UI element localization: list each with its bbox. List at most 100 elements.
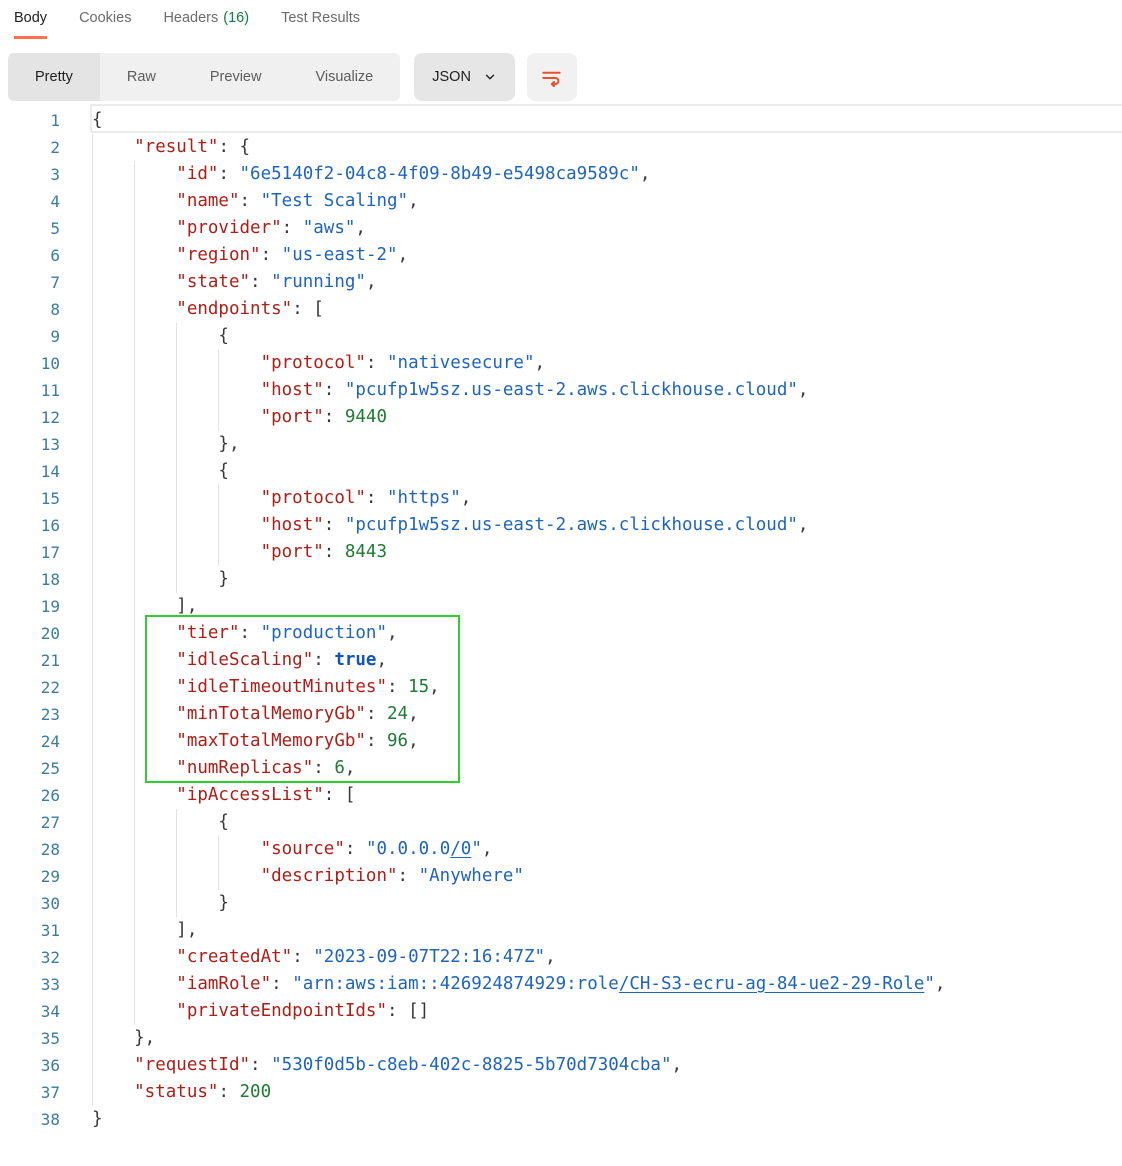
indent-guide (134, 377, 176, 404)
code-line[interactable]: "endpoints": [ (92, 296, 1122, 323)
code-line[interactable]: } (92, 1106, 1122, 1133)
token-s: " (924, 974, 935, 994)
code-line[interactable]: "host": "pcufp1w5sz.us-east-2.aws.clickh… (92, 512, 1122, 539)
code-line[interactable]: "tier": "production", (92, 620, 1122, 647)
code-line[interactable]: ], (92, 917, 1122, 944)
code-line[interactable]: "description": "Anywhere" (92, 863, 1122, 890)
indent-guide (134, 863, 176, 890)
token-s: "nativesecure" (387, 353, 535, 373)
token-k: "provider" (176, 218, 281, 238)
token-p: { (218, 461, 229, 481)
view-preview-button[interactable]: Preview (183, 53, 289, 101)
code-line[interactable]: { (92, 809, 1122, 836)
token-k: "name" (176, 191, 239, 211)
code-line[interactable]: "source": "0.0.0.0/0", (92, 836, 1122, 863)
token-p: }, (134, 1028, 155, 1048)
token-p: , (482, 839, 493, 859)
code-line[interactable]: "state": "running", (92, 269, 1122, 296)
token-p: : (313, 758, 334, 778)
token-p: , (376, 650, 387, 670)
code-line[interactable]: "iamRole": "arn:aws:iam::426924874929:ro… (92, 971, 1122, 998)
token-p: : (366, 353, 387, 373)
indent-guide (92, 539, 134, 566)
code-line[interactable]: { (92, 458, 1122, 485)
tab-cookies[interactable]: Cookies (79, 10, 131, 36)
code-line[interactable]: "status": 200 (92, 1079, 1122, 1106)
indent-guide (134, 917, 176, 944)
code-line[interactable]: ], (92, 593, 1122, 620)
code-editor[interactable]: 1234567891011121314151617181920212223242… (0, 103, 1122, 1133)
code-line[interactable]: { (92, 323, 1122, 350)
token-n: 24 (387, 704, 408, 724)
code-line[interactable]: "name": "Test Scaling", (92, 188, 1122, 215)
code-line[interactable]: "privateEndpointIds": [] (92, 998, 1122, 1025)
code-line[interactable]: "numReplicas": 6, (92, 755, 1122, 782)
code-line[interactable]: "id": "6e5140f2-04c8-4f09-8b49-e5498ca95… (92, 161, 1122, 188)
indent-guide (92, 809, 134, 836)
indent-guide (134, 755, 176, 782)
token-p: , (366, 272, 377, 292)
format-dropdown[interactable]: JSON (414, 53, 515, 101)
token-p: : { (218, 137, 250, 157)
code-line[interactable]: "port": 8443 (92, 539, 1122, 566)
code-line[interactable]: }, (92, 431, 1122, 458)
line-number: 5 (0, 215, 60, 242)
code-line[interactable]: }, (92, 1025, 1122, 1052)
code-line[interactable]: "region": "us-east-2", (92, 242, 1122, 269)
code-line[interactable]: "createdAt": "2023-09-07T22:16:47Z", (92, 944, 1122, 971)
indent-guide (134, 404, 176, 431)
code-line[interactable]: "result": { (92, 134, 1122, 161)
indent-guide (92, 350, 134, 377)
code-line[interactable]: } (92, 566, 1122, 593)
indent-guide (92, 1079, 134, 1106)
tab-headers[interactable]: Headers(16) (163, 10, 249, 36)
token-u: /CH-S3-ecru-ag-84-ue2-29-Role (619, 974, 925, 994)
token-k: "createdAt" (176, 947, 292, 967)
indent-guide (176, 566, 218, 593)
code-line[interactable]: } (92, 890, 1122, 917)
token-n: 9440 (345, 407, 387, 427)
token-p: , (935, 974, 946, 994)
code-line[interactable]: "protocol": "nativesecure", (92, 350, 1122, 377)
code-line[interactable]: "port": 9440 (92, 404, 1122, 431)
code-line[interactable]: "ipAccessList": [ (92, 782, 1122, 809)
indent-guide (92, 647, 134, 674)
code-line[interactable]: "requestId": "530f0d5b-c8eb-402c-8825-5b… (92, 1052, 1122, 1079)
line-number: 6 (0, 242, 60, 269)
token-p: { (92, 110, 103, 130)
token-k: "result" (134, 137, 218, 157)
view-visualize-button[interactable]: Visualize (288, 53, 400, 101)
token-p: { (218, 326, 229, 346)
code-line[interactable]: "idleTimeoutMinutes": 15, (92, 674, 1122, 701)
indent-guide (176, 890, 218, 917)
view-raw-button[interactable]: Raw (100, 53, 183, 101)
code-line[interactable]: "maxTotalMemoryGb": 96, (92, 728, 1122, 755)
indent-guide (92, 620, 134, 647)
indent-guide (92, 890, 134, 917)
token-p: , (640, 164, 651, 184)
token-k: "host" (261, 380, 324, 400)
indent-guide (134, 188, 176, 215)
view-pretty-button[interactable]: Pretty (8, 53, 100, 101)
token-p: : (261, 245, 282, 265)
code-line[interactable]: "protocol": "https", (92, 485, 1122, 512)
wrap-lines-button[interactable] (527, 53, 577, 101)
tab-body[interactable]: Body (14, 10, 47, 39)
token-k: "status" (134, 1082, 218, 1102)
format-dropdown-label: JSON (432, 69, 471, 85)
indent-guide (92, 1025, 134, 1052)
code-line[interactable]: "idleScaling": true, (92, 647, 1122, 674)
indent-guide (134, 458, 176, 485)
indent-guide (134, 782, 176, 809)
code-line[interactable]: "minTotalMemoryGb": 24, (92, 701, 1122, 728)
line-number: 21 (0, 647, 60, 674)
code-line[interactable]: "host": "pcufp1w5sz.us-east-2.aws.clickh… (92, 377, 1122, 404)
indent-guide (92, 755, 134, 782)
code-line[interactable]: { (92, 107, 1122, 134)
tab-test-results[interactable]: Test Results (281, 10, 360, 36)
code-line[interactable]: "provider": "aws", (92, 215, 1122, 242)
token-p: , (408, 191, 419, 211)
indent-guide (176, 512, 218, 539)
token-n: 96 (387, 731, 408, 751)
indent-guide (92, 971, 134, 998)
